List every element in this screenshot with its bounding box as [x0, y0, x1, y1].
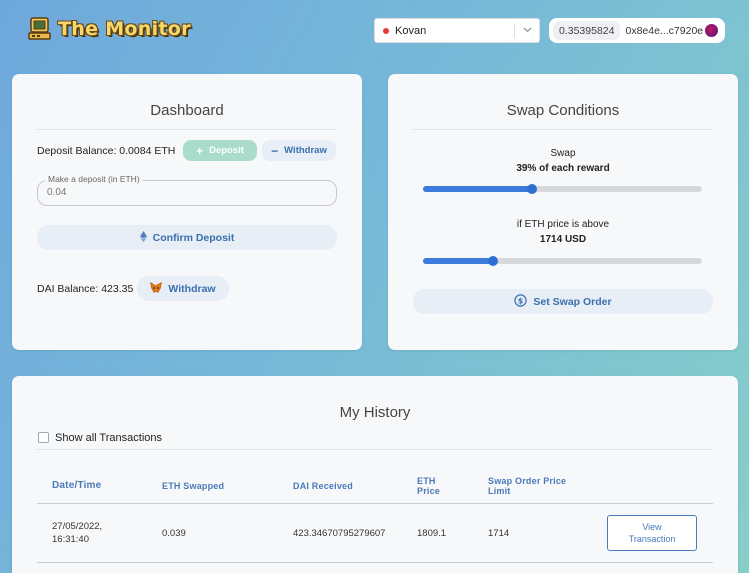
deposit-button[interactable]: + Deposit	[183, 140, 257, 161]
cell-price-limit: 1714	[488, 528, 510, 539]
price-condition-label: if ETH price is above	[516, 219, 610, 230]
price-condition-value: 1714 USD	[539, 234, 587, 245]
set-swap-order-label: Set Swap Order	[533, 295, 612, 308]
metamask-fox-icon	[150, 281, 163, 296]
column-header-price-limit: Swap Order Price Limit	[488, 476, 567, 496]
withdraw-eth-button[interactable]: − Withdraw	[262, 140, 336, 161]
view-transaction-line1: View	[642, 522, 662, 532]
price-limit-slider[interactable]	[423, 256, 702, 266]
cell-eth-price: 1809.1	[417, 528, 447, 539]
dashboard-card: Dashboard Deposit Balance: 0.0084 ETH + …	[12, 74, 362, 350]
slider-thumb[interactable]	[526, 184, 537, 194]
column-header-dai-received: DAI Received	[293, 481, 353, 491]
column-header-eth-swapped: ETH Swapped	[162, 481, 225, 491]
view-transaction-button[interactable]: View Transaction	[607, 515, 697, 551]
divider	[37, 503, 713, 504]
network-label: Kovan	[395, 24, 427, 37]
network-select[interactable]: Kovan	[374, 18, 540, 43]
withdraw-dai-button[interactable]: Withdraw	[137, 276, 229, 301]
cell-datetime: 27/05/2022, 16:31:40	[52, 520, 102, 546]
account-avatar[interactable]	[705, 24, 718, 37]
divider	[37, 562, 713, 563]
dollar-coin-icon: $	[514, 293, 528, 310]
confirm-deposit-button[interactable]: Confirm Deposit	[37, 225, 337, 250]
show-all-label[interactable]: Show all Transactions	[55, 432, 162, 444]
column-header-eth-price: ETH Price	[417, 476, 441, 496]
deposit-input-legend: Make a deposit (in ETH)	[45, 174, 143, 184]
deposit-button-label: Deposit	[209, 145, 244, 156]
computer-logo-icon	[28, 16, 52, 42]
plus-icon: +	[196, 143, 204, 158]
dashboard-title: Dashboard	[150, 102, 224, 119]
divider	[413, 129, 713, 130]
slider-fill	[423, 258, 493, 264]
view-transaction-line2: Transaction	[628, 534, 676, 544]
swap-conditions-title: Swap Conditions	[506, 102, 620, 119]
minus-icon: −	[271, 143, 279, 158]
withdraw-dai-label: Withdraw	[168, 282, 216, 295]
dai-balance-label: DAI Balance: 423.35	[37, 283, 134, 295]
history-title: My History	[339, 404, 411, 421]
account-box[interactable]: 0.35395824 0x8e4e...c7920e	[549, 18, 725, 43]
date-text: 27/05/2022,	[52, 521, 103, 532]
withdraw-eth-label: Withdraw	[284, 145, 327, 156]
slider-thumb[interactable]	[487, 256, 498, 266]
network-status-dot	[383, 27, 389, 34]
swap-conditions-card: Swap Conditions Swap 39% of each reward …	[388, 74, 738, 350]
deposit-amount-field[interactable]: Make a deposit (in ETH)	[37, 174, 337, 206]
show-all-checkbox[interactable]	[38, 432, 49, 443]
app-title: The Monitor	[58, 18, 191, 40]
app-logo[interactable]: The Monitor	[28, 16, 191, 42]
cell-eth-swapped: 0.039	[162, 528, 186, 539]
deposit-amount-input[interactable]	[47, 187, 327, 198]
deposit-balance-label: Deposit Balance: 0.0084 ETH	[37, 145, 176, 157]
time-text: 16:31:40	[52, 534, 89, 545]
set-swap-order-button[interactable]: $ Set Swap Order	[413, 289, 713, 314]
slider-fill	[423, 186, 532, 192]
account-address[interactable]: 0x8e4e...c7920e	[620, 25, 705, 37]
svg-text:$: $	[518, 296, 524, 305]
chevron-down-icon[interactable]	[515, 25, 539, 36]
swap-label: Swap	[550, 148, 576, 159]
account-balance: 0.35395824	[553, 21, 621, 40]
swap-percent-slider[interactable]	[423, 184, 702, 194]
ethereum-icon	[139, 230, 147, 245]
history-card: My History Show all Transactions Date/Ti…	[12, 376, 738, 573]
column-header-datetime: Date/Time	[52, 480, 102, 491]
divider	[37, 129, 337, 130]
swap-percent-value: 39% of each reward	[516, 163, 610, 174]
confirm-deposit-label: Confirm Deposit	[152, 231, 235, 244]
cell-dai-received: 423.34670795279607	[293, 528, 386, 539]
divider	[37, 449, 713, 450]
